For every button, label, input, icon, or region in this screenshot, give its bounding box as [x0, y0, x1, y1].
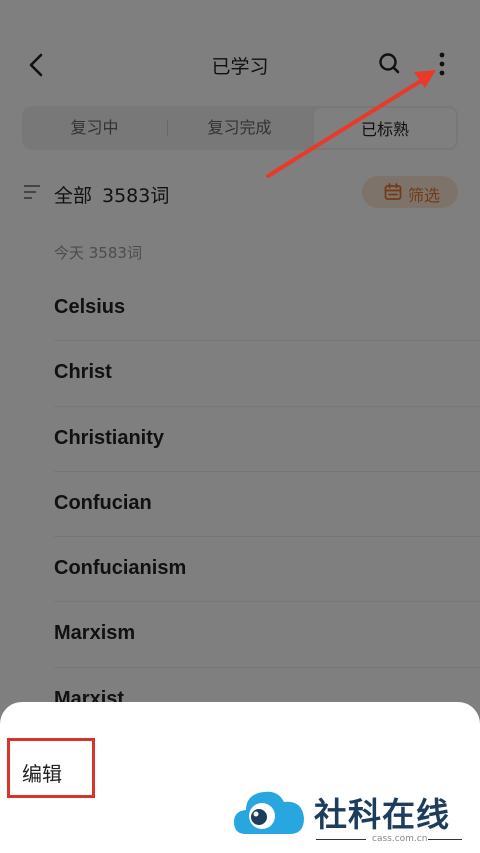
- annotation-highlight-box: [7, 738, 95, 798]
- cloud-eye-icon: [234, 791, 304, 834]
- watermark-brand: 社科在线: [314, 795, 450, 834]
- watermark-url: cass.com.cn: [372, 834, 428, 844]
- watermark-rule: [428, 839, 462, 840]
- watermark-logo: 社科在线 cass.com.cn: [232, 782, 472, 848]
- watermark-rule: [316, 839, 366, 840]
